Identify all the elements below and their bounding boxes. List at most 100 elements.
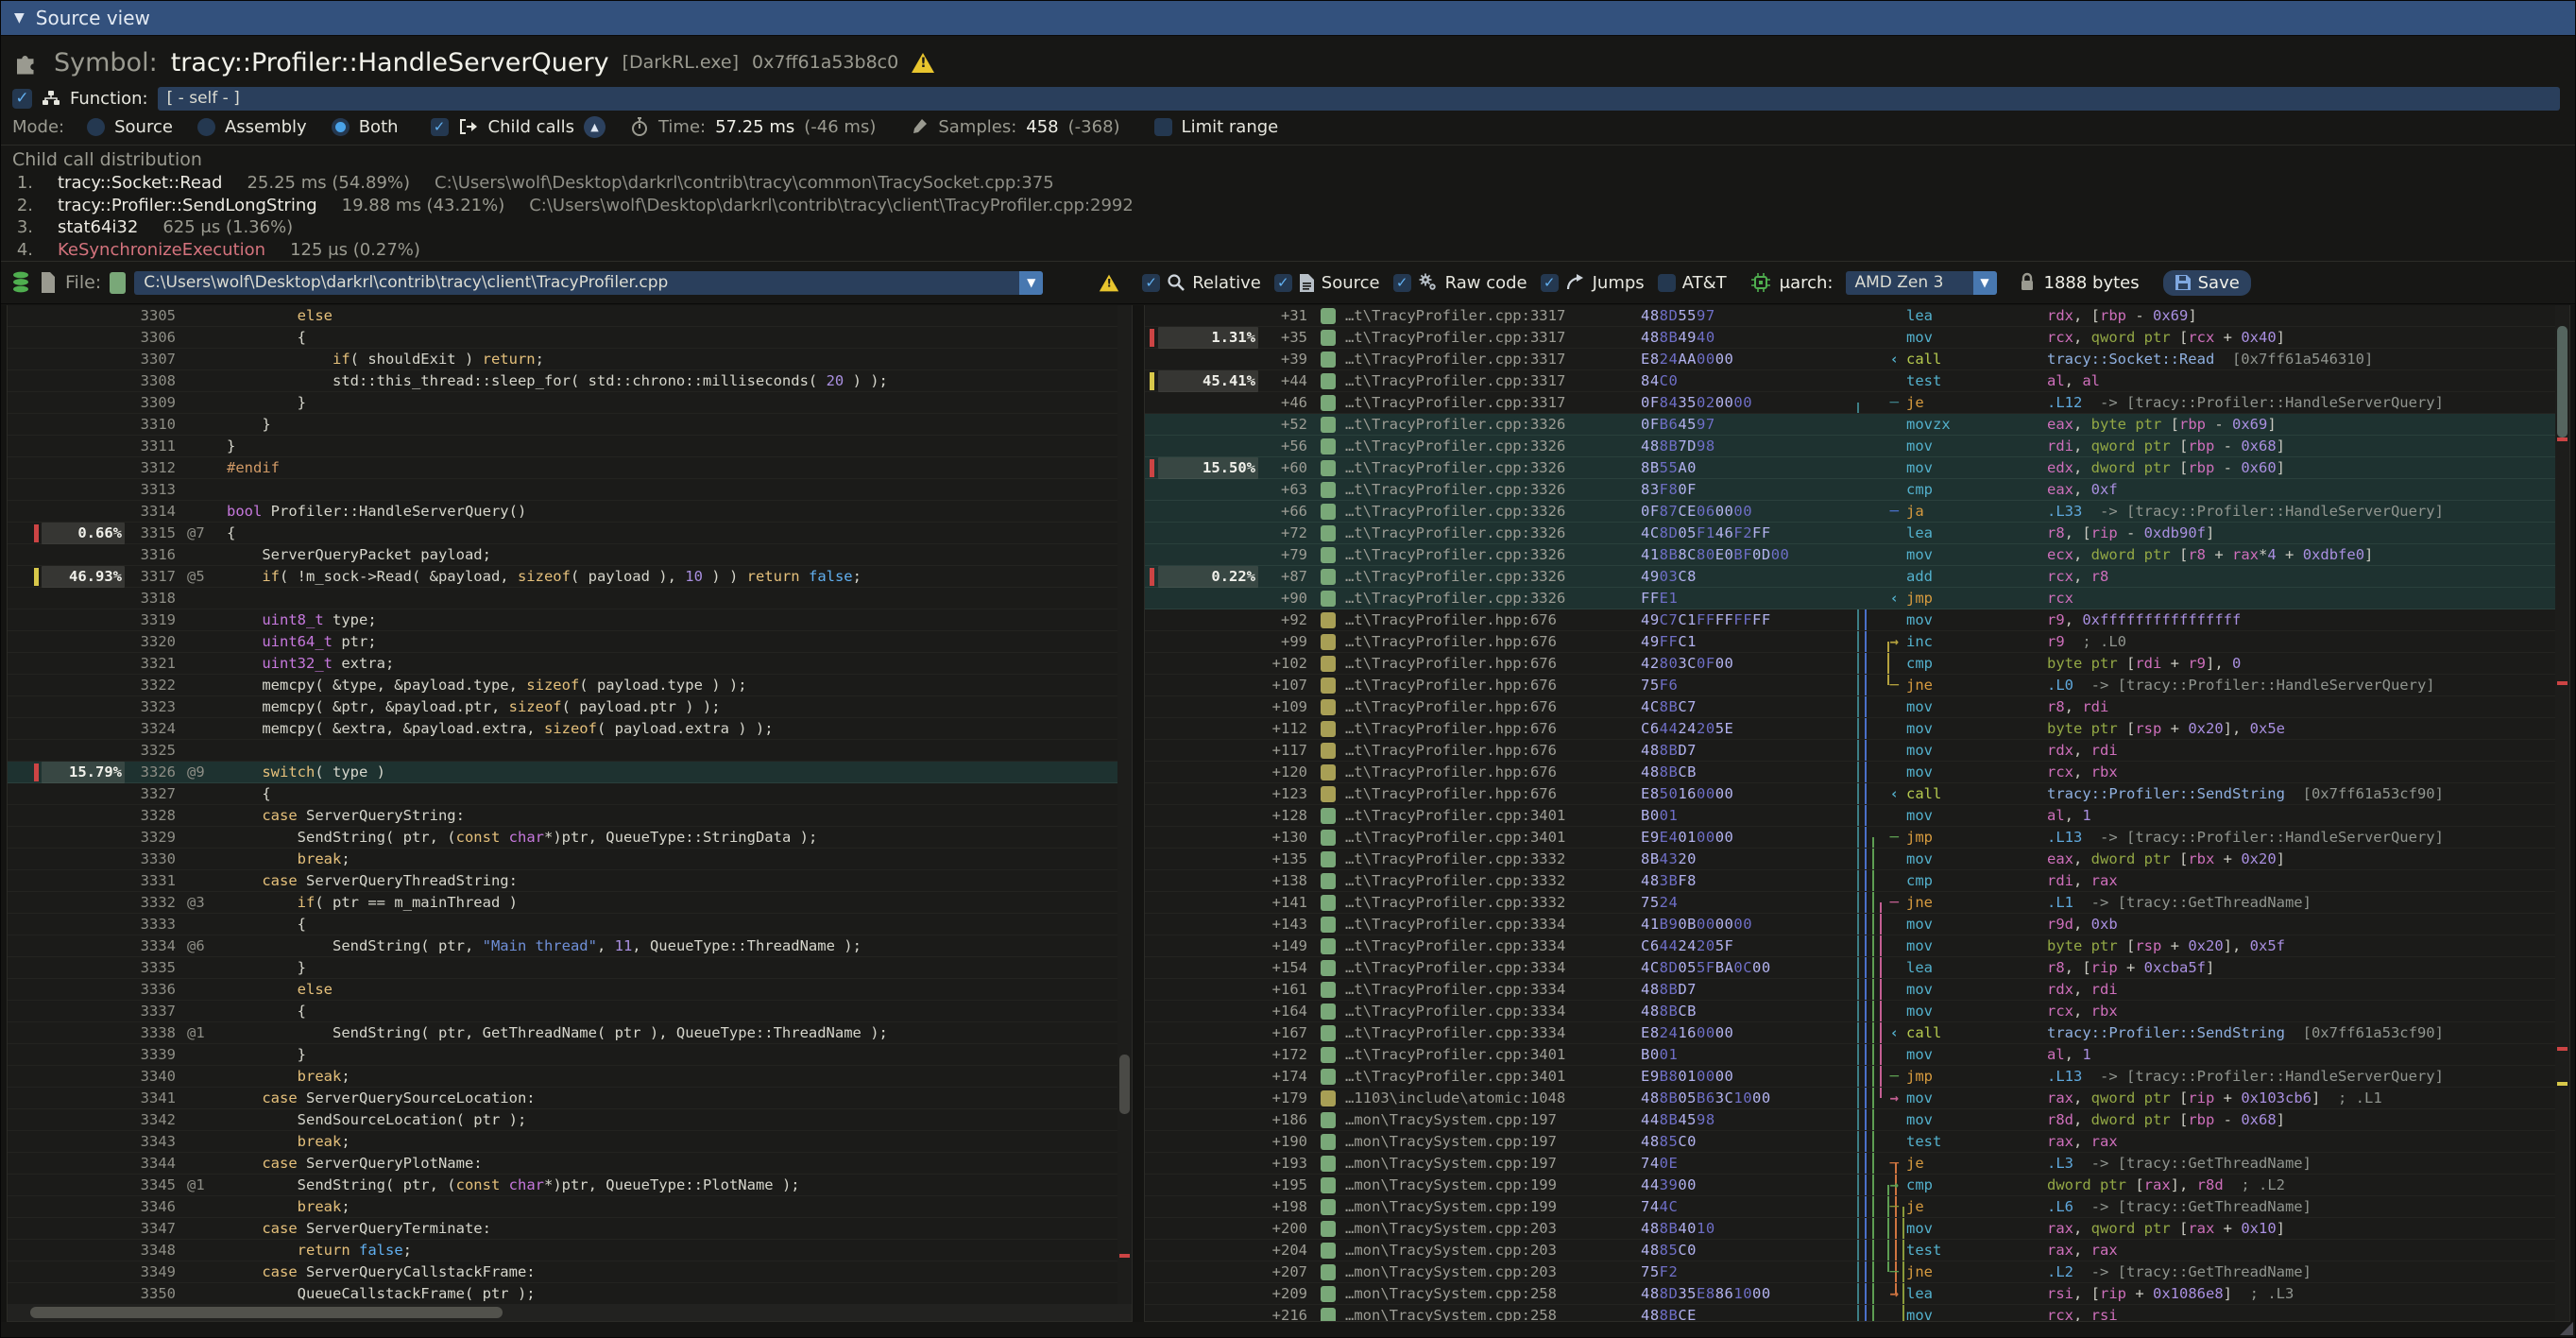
asm-row[interactable]: +186…mon\TracySystem.cpp:197448B4598movr… <box>1145 1109 2569 1131</box>
asm-source-location[interactable]: …t\TracyProfiler.hpp:676 <box>1345 696 1557 718</box>
source-line[interactable]: 3311} <box>8 436 1132 457</box>
chevron-down-icon[interactable]: ▼ <box>1019 271 1043 295</box>
asm-source-location[interactable]: …mon\TracySystem.cpp:197 <box>1345 1131 1557 1153</box>
asm-row[interactable]: 1.31%+35…t\TracyProfiler.cpp:3317488B494… <box>1145 327 2569 349</box>
source-line[interactable]: 3333 { <box>8 914 1132 935</box>
checkbox[interactable]: ✓ <box>1393 274 1411 292</box>
source-line[interactable]: 3336 else <box>8 979 1132 1001</box>
asm-source-location[interactable]: …mon\TracySystem.cpp:199 <box>1345 1175 1557 1196</box>
asm-row[interactable]: +195…mon\TracySystem.cpp:199443900→cmpdw… <box>1145 1175 2569 1196</box>
asm-source-location[interactable]: …mon\TracySystem.cpp:203 <box>1345 1240 1557 1261</box>
mode-radio-source[interactable] <box>87 118 105 136</box>
asm-row[interactable]: +102…t\TracyProfiler.hpp:67642803C0F00cm… <box>1145 653 2569 675</box>
function-checkbox[interactable]: ✓ <box>12 89 32 109</box>
asm-source-location[interactable]: …t\TracyProfiler.cpp:3401 <box>1345 827 1565 849</box>
asm-source-location[interactable]: …t\TracyProfiler.cpp:3326 <box>1345 544 1565 566</box>
mode-radio-assembly[interactable] <box>197 118 215 136</box>
asm-row[interactable]: +46…t\TracyProfiler.cpp:33170F8435020000… <box>1145 392 2569 414</box>
uarch-combo[interactable]: AMD Zen 3 ▼ <box>1846 271 1997 295</box>
asm-source-location[interactable]: …t\TracyProfiler.cpp:3332 <box>1345 892 1565 914</box>
asm-row[interactable]: +39…t\TracyProfiler.cpp:3317E824AA0000‹c… <box>1145 349 2569 370</box>
collapse-icon[interactable]: ▼ <box>14 10 25 26</box>
asm-row[interactable]: +66…t\TracyProfiler.cpp:33260F87CE060000… <box>1145 501 2569 523</box>
limit-range-checkbox[interactable]: ✓ <box>1154 118 1172 136</box>
assembly-vertical-scrollbar[interactable] <box>2555 305 2569 1321</box>
asm-source-location[interactable]: …t\TracyProfiler.hpp:676 <box>1345 631 1557 653</box>
asm-source-location[interactable]: …t\TracyProfiler.cpp:3326 <box>1345 414 1565 436</box>
toggle-raw-code[interactable]: ✓Raw code <box>1393 272 1527 293</box>
source-line[interactable]: 3335 } <box>8 957 1132 979</box>
asm-source-location[interactable]: …t\TracyProfiler.cpp:3326 <box>1345 479 1565 501</box>
asm-row[interactable]: +31…t\TracyProfiler.cpp:3317488D5597lear… <box>1145 305 2569 327</box>
asm-row[interactable]: +216…mon\TracySystem.cpp:258488BCEmovrcx… <box>1145 1305 2569 1321</box>
asm-source-location[interactable]: …t\TracyProfiler.hpp:676 <box>1345 783 1557 805</box>
asm-row[interactable]: +72…t\TracyProfiler.cpp:33264C8D05F146F2… <box>1145 523 2569 544</box>
asm-row[interactable]: +164…t\TracyProfiler.cpp:3334488BCBmovrc… <box>1145 1001 2569 1022</box>
source-line[interactable]: 3337 { <box>8 1001 1132 1022</box>
asm-row[interactable]: +120…t\TracyProfiler.hpp:676488BCBmovrcx… <box>1145 762 2569 783</box>
asm-row[interactable]: 15.50%+60…t\TracyProfiler.cpp:33268B55A0… <box>1145 457 2569 479</box>
checkbox[interactable]: ✓ <box>1274 274 1292 292</box>
asm-source-location[interactable]: …t\TracyProfiler.cpp:3401 <box>1345 1066 1565 1088</box>
source-line[interactable]: 3344 case ServerQueryPlotName: <box>8 1153 1132 1175</box>
source-line[interactable]: 3342 SendSourceLocation( ptr ); <box>8 1109 1132 1131</box>
source-line[interactable]: 3349 case ServerQueryCallstackFrame: <box>8 1261 1132 1283</box>
asm-source-location[interactable]: …t\TracyProfiler.cpp:3334 <box>1345 914 1565 935</box>
sort-up-button[interactable]: ▲ <box>584 116 606 138</box>
asm-source-location[interactable]: …t\TracyProfiler.cpp:3334 <box>1345 957 1565 979</box>
asm-source-location[interactable]: …t\TracyProfiler.cpp:3332 <box>1345 849 1565 870</box>
asm-source-location[interactable]: …t\TracyProfiler.cpp:3334 <box>1345 1022 1565 1044</box>
source-line[interactable]: 3312#endif <box>8 457 1132 479</box>
source-line[interactable]: 3328 case ServerQueryString: <box>8 805 1132 827</box>
toggle-source[interactable]: ✓Source <box>1274 273 1380 293</box>
asm-row[interactable]: +56…t\TracyProfiler.cpp:3326488B7D98movr… <box>1145 436 2569 457</box>
source-line[interactable]: 3316 ServerQueryPacket payload; <box>8 544 1132 566</box>
asm-row[interactable]: +130…t\TracyProfiler.cpp:3401E9E4010000─… <box>1145 827 2569 849</box>
source-line[interactable]: 15.79%3326@9 switch( type ) <box>8 762 1132 783</box>
source-line[interactable]: 3327 { <box>8 783 1132 805</box>
asm-row[interactable]: +200…mon\TracySystem.cpp:203488B4010movr… <box>1145 1218 2569 1240</box>
asm-source-location[interactable]: …1103\include\atomic:1048 <box>1345 1088 1565 1109</box>
asm-row[interactable]: +92…t\TracyProfiler.hpp:67649C7C1FFFFFFF… <box>1145 609 2569 631</box>
ccd-item[interactable]: 4.KeSynchronizeExecution125 μs (0.27%) <box>12 239 2564 262</box>
asm-row[interactable]: +63…t\TracyProfiler.cpp:332683F80Fcmpeax… <box>1145 479 2569 501</box>
source-line[interactable]: 0.66%3315@7{ <box>8 523 1132 544</box>
asm-source-location[interactable]: …t\TracyProfiler.hpp:676 <box>1345 675 1557 696</box>
asm-source-location[interactable]: …mon\TracySystem.cpp:203 <box>1345 1218 1557 1240</box>
asm-row[interactable]: +117…t\TracyProfiler.hpp:676488BD7movrdx… <box>1145 740 2569 762</box>
asm-source-location[interactable]: …t\TracyProfiler.cpp:3401 <box>1345 805 1565 827</box>
asm-source-location[interactable]: …t\TracyProfiler.cpp:3326 <box>1345 588 1565 609</box>
asm-row[interactable]: +198…mon\TracySystem.cpp:199744C─je.L6 -… <box>1145 1196 2569 1218</box>
asm-source-location[interactable]: …t\TracyProfiler.cpp:3317 <box>1345 349 1565 370</box>
asm-row[interactable]: +161…t\TracyProfiler.cpp:3334488BD7movrd… <box>1145 979 2569 1001</box>
source-line[interactable]: 3314bool Profiler::HandleServerQuery() <box>8 501 1132 523</box>
toggle-jumps[interactable]: ✓Jumps <box>1541 273 1645 293</box>
asm-row[interactable]: +167…t\TracyProfiler.cpp:3334E824160000‹… <box>1145 1022 2569 1044</box>
source-line[interactable]: 3313 <box>8 479 1132 501</box>
asm-row[interactable]: 0.22%+87…t\TracyProfiler.cpp:33264903C8a… <box>1145 566 2569 588</box>
asm-source-location[interactable]: …t\TracyProfiler.cpp:3317 <box>1345 370 1565 392</box>
source-line[interactable]: 3309 } <box>8 392 1132 414</box>
asm-source-location[interactable]: …t\TracyProfiler.cpp:3326 <box>1345 457 1565 479</box>
asm-row[interactable]: +138…t\TracyProfiler.cpp:3332483BF8cmprd… <box>1145 870 2569 892</box>
source-line[interactable]: 46.93%3317@5 if( !m_sock->Read( &payload… <box>8 566 1132 588</box>
asm-row[interactable]: +123…t\TracyProfiler.hpp:676E850160000‹c… <box>1145 783 2569 805</box>
asm-source-location[interactable]: …t\TracyProfiler.cpp:3334 <box>1345 1001 1565 1022</box>
asm-row[interactable]: +128…t\TracyProfiler.cpp:3401B001moval, … <box>1145 805 2569 827</box>
asm-row[interactable]: +207…mon\TracySystem.cpp:20375F2─jne.L2 … <box>1145 1261 2569 1283</box>
chevron-down-icon[interactable]: ▼ <box>1973 271 1997 295</box>
source-line[interactable]: 3338@1 SendString( ptr, GetThreadName( p… <box>8 1022 1132 1044</box>
asm-row[interactable]: +179…1103\include\atomic:1048488B05B63C1… <box>1145 1088 2569 1109</box>
source-line[interactable]: 3340 break; <box>8 1066 1132 1088</box>
asm-source-location[interactable]: …t\TracyProfiler.cpp:3326 <box>1345 501 1565 523</box>
asm-row[interactable]: +99…t\TracyProfiler.hpp:67649FFC1→incr9 … <box>1145 631 2569 653</box>
source-line[interactable]: 3322 memcpy( &type, &payload.type, sizeo… <box>8 675 1132 696</box>
source-line[interactable]: 3343 break; <box>8 1131 1132 1153</box>
toggle-at-t[interactable]: ✓AT&T <box>1658 273 1727 293</box>
source-line[interactable]: 3334@6 SendString( ptr, "Main thread", 1… <box>8 935 1132 957</box>
source-line[interactable]: 3348 return false; <box>8 1240 1132 1261</box>
asm-row[interactable]: +109…t\TracyProfiler.hpp:6764C8BC7movr8,… <box>1145 696 2569 718</box>
source-line[interactable]: 3330 break; <box>8 849 1132 870</box>
asm-row[interactable]: +141…t\TracyProfiler.cpp:33327524─jne.L1… <box>1145 892 2569 914</box>
asm-source-location[interactable]: …t\TracyProfiler.cpp:3332 <box>1345 870 1565 892</box>
